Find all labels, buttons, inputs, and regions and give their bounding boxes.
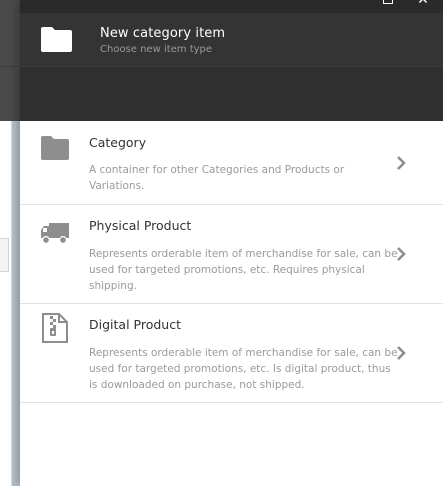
item-title: Physical Product: [89, 218, 192, 233]
item-description: Represents orderable item of merchandise…: [89, 248, 398, 292]
item-title: Category: [89, 135, 147, 150]
blade-header: ✕ New category item Choose new item type: [20, 0, 443, 121]
chevron-right-icon: [397, 156, 406, 170]
list-item-physical-product[interactable]: Physical Product Represents orderable it…: [20, 205, 443, 304]
chevron-right-icon: [397, 247, 406, 261]
truck-icon: [41, 223, 69, 245]
item-description: Represents orderable item of merchandise…: [89, 347, 398, 391]
background-panel: [0, 121, 12, 486]
item-title: Digital Product: [89, 317, 181, 332]
zip-file-icon: [42, 313, 68, 343]
close-icon: ✕: [417, 0, 429, 8]
folder-icon: [41, 136, 69, 160]
background-app: [0, 0, 20, 486]
list-item-category[interactable]: Category A container for other Categorie…: [20, 121, 443, 205]
page-title: New category item: [100, 26, 226, 41]
background-header: [0, 0, 20, 121]
maximize-button[interactable]: [380, 0, 396, 6]
maximize-icon: [383, 0, 393, 4]
item-type-list: Category A container for other Categorie…: [20, 121, 443, 403]
list-item-digital-product[interactable]: Digital Product Represents orderable ite…: [20, 304, 443, 403]
new-category-item-blade: ✕ New category item Choose new item type…: [20, 0, 443, 486]
close-button[interactable]: ✕: [415, 0, 431, 8]
item-description: A container for other Categories and Pro…: [89, 164, 345, 192]
folder-icon: [41, 27, 72, 52]
chevron-right-icon: [397, 346, 406, 360]
page-subtitle: Choose new item type: [100, 44, 213, 55]
background-divider: [0, 66, 20, 67]
blade-title-bar: [20, 13, 443, 67]
background-input: [0, 238, 9, 272]
